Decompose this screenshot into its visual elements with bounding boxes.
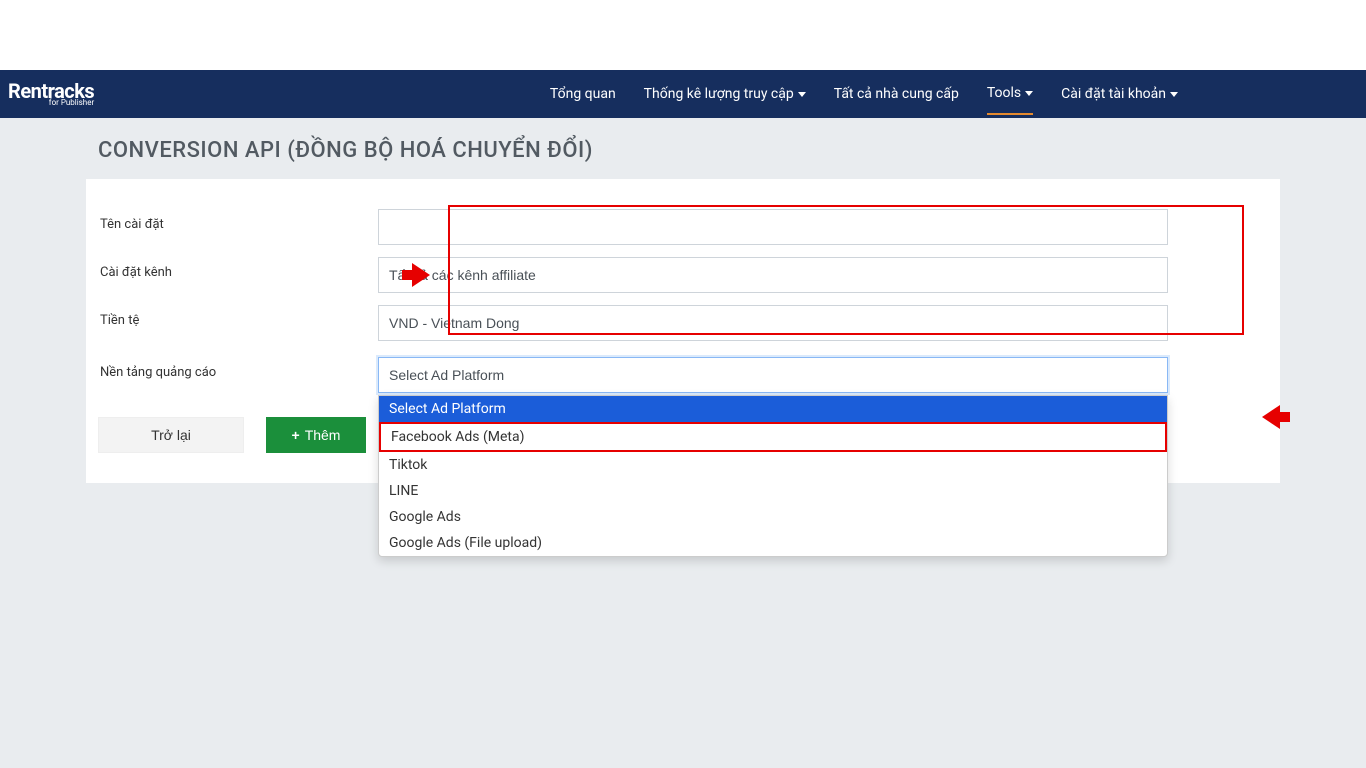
ad-platform-option-facebook[interactable]: Facebook Ads (Meta) [379, 422, 1167, 452]
nav-stats[interactable]: Thống kê lượng truy cập [644, 74, 806, 114]
ad-platform-option-line[interactable]: LINE [379, 478, 1167, 504]
page-title: CONVERSION API (ĐỒNG BỘ HOÁ CHUYỂN ĐỔI) [0, 118, 1366, 179]
chevron-down-icon [798, 92, 806, 97]
ad-platform-dropdown: Select Ad Platform Facebook Ads (Meta) T… [378, 395, 1168, 557]
nav-overview[interactable]: Tổng quan [550, 74, 616, 114]
nav-items: Tổng quan Thống kê lượng truy cập Tất cả… [550, 73, 1358, 115]
currency-select[interactable] [378, 305, 1168, 341]
nav-account-settings[interactable]: Cài đặt tài khoản [1061, 74, 1178, 114]
setting-name-input[interactable] [378, 209, 1168, 245]
brand-logo: Rentracks for Publisher [8, 81, 94, 107]
nav-label: Tổng quan [550, 86, 616, 102]
chevron-down-icon [1170, 92, 1178, 97]
annotation-arrow-right-icon [412, 263, 430, 287]
channel-setting-select[interactable] [378, 257, 1168, 293]
ad-platform-option-google-ads-file[interactable]: Google Ads (File upload) [379, 530, 1167, 556]
nav-providers[interactable]: Tất cả nhà cung cấp [834, 74, 959, 114]
ad-platform-select[interactable] [378, 357, 1168, 393]
back-button[interactable]: Trở lại [98, 417, 244, 453]
nav-label: Thống kê lượng truy cập [644, 86, 794, 102]
ad-platform-option-tiktok[interactable]: Tiktok [379, 452, 1167, 478]
chevron-down-icon [1025, 91, 1033, 96]
setting-name-label: Tên cài đặt [98, 209, 378, 232]
top-whitespace [0, 0, 1366, 70]
currency-label: Tiền tệ [98, 305, 378, 328]
nav-tools[interactable]: Tools [987, 73, 1033, 115]
nav-label: Cài đặt tài khoản [1061, 86, 1166, 102]
add-button-label: Thêm [305, 427, 341, 443]
main-navbar: Rentracks for Publisher Tổng quan Thống … [0, 70, 1366, 118]
plus-icon: + [292, 427, 300, 443]
ad-platform-label: Nền tảng quảng cáo [98, 357, 378, 380]
annotation-arrow-left-icon [1262, 405, 1280, 429]
form-card: Tên cài đặt Cài đặt kênh Tiền tệ Nền tản… [86, 179, 1280, 483]
nav-label: Tools [987, 85, 1021, 101]
channel-setting-label: Cài đặt kênh [98, 257, 378, 280]
back-button-label: Trở lại [151, 427, 191, 443]
add-button[interactable]: + Thêm [266, 417, 366, 453]
ad-platform-option-placeholder[interactable]: Select Ad Platform [379, 396, 1167, 422]
ad-platform-option-google-ads[interactable]: Google Ads [379, 504, 1167, 530]
nav-label: Tất cả nhà cung cấp [834, 86, 959, 102]
